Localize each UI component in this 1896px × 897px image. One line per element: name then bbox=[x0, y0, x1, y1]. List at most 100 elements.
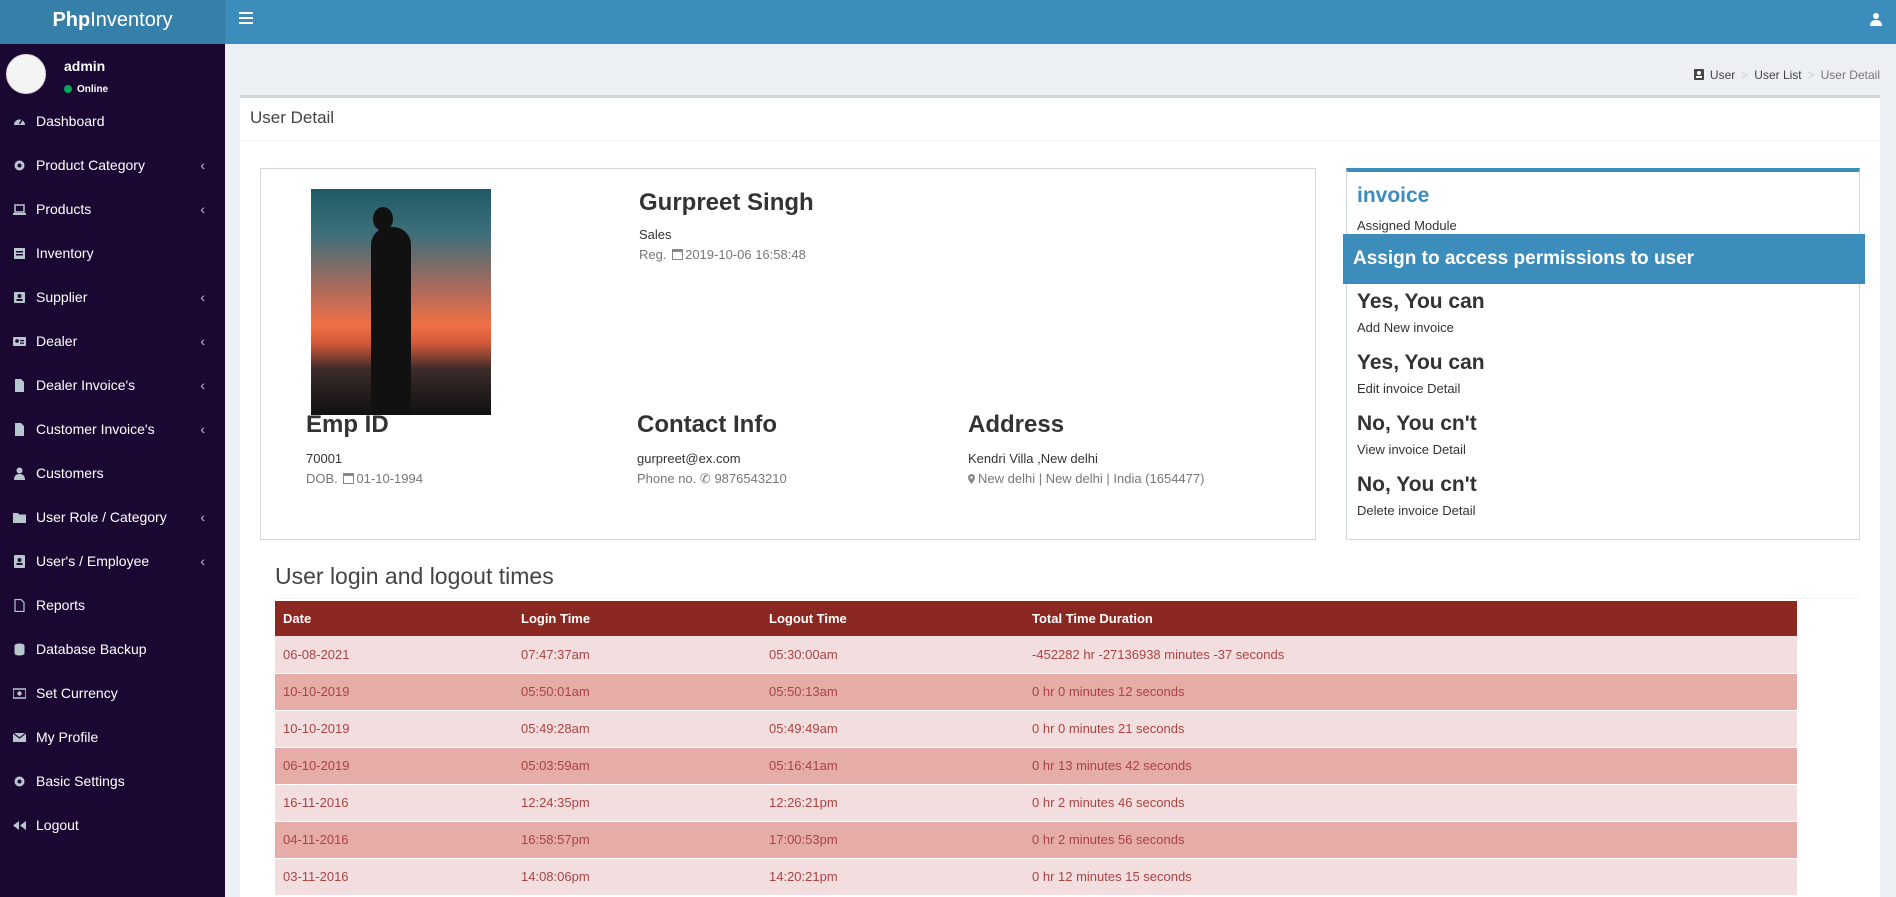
module-sub: Assigned Module bbox=[1357, 218, 1457, 233]
online-status: Online bbox=[64, 84, 108, 95]
address-line: Kendri Villa ,New delhi bbox=[968, 451, 1098, 466]
user-role: Sales bbox=[639, 227, 672, 242]
table-row: 10-10-2019 05:49:28am 05:49:49am 0 hr 0 min… bbox=[275, 710, 1797, 748]
table-cell: 16-11-2016 bbox=[275, 784, 513, 822]
sidebar-item-inventory[interactable]: Inventory bbox=[0, 232, 225, 276]
profile-card: Gurpreet Singh Sales Reg. 2019-10-06 16:… bbox=[260, 168, 1316, 540]
table-row: 10-10-2019 05:50:01am 05:50:13am 0 hr 0 min… bbox=[275, 673, 1797, 711]
sidebar-item-logout[interactable]: Logout bbox=[0, 804, 225, 848]
sidebar-item-supplier[interactable]: Supplier ‹ bbox=[0, 276, 225, 320]
sidebar-item-reports[interactable]: Reports bbox=[0, 584, 225, 628]
permission-answer: No, You cn't bbox=[1357, 473, 1477, 496]
laptop-icon bbox=[13, 203, 26, 216]
sidebar-item-dealer[interactable]: Dealer ‹ bbox=[0, 320, 225, 364]
sidebar-item-label: Dealer bbox=[36, 333, 78, 349]
col-total-duration: Total Time Duration bbox=[1024, 601, 1797, 636]
table-cell: 07:47:37am bbox=[513, 636, 761, 674]
sidebar-item-label: Inventory bbox=[36, 245, 94, 261]
chevron-left-icon: ‹ bbox=[200, 553, 205, 569]
user-detail-box: User Detail Gurpreet Singh Sales Reg. 20… bbox=[240, 95, 1880, 897]
app-logo[interactable]: PhpInventory bbox=[0, 0, 225, 44]
table-cell: 14:20:21pm bbox=[761, 858, 1024, 896]
sidebar-item-label: Products bbox=[36, 201, 92, 217]
table-cell: 06-10-2019 bbox=[275, 747, 513, 785]
login-log-table: Date Login Time Logout Time Total Time D… bbox=[275, 601, 1797, 896]
sidebar-item-dealer-invoice-s[interactable]: Dealer Invoice's ‹ bbox=[0, 364, 225, 408]
registration-date: Reg. 2019-10-06 16:58:48 bbox=[639, 247, 806, 262]
chevron-left-icon: ‹ bbox=[200, 421, 205, 437]
backward-icon bbox=[13, 819, 26, 832]
permission-action: Edit invoice Detail bbox=[1357, 381, 1461, 396]
sidebar-item-customers[interactable]: Customers bbox=[0, 452, 225, 496]
table-cell: 14:08:06pm bbox=[513, 858, 761, 896]
permissions-banner: Assign to access permissions to user bbox=[1343, 234, 1865, 284]
sidebar-item-label: Basic Settings bbox=[36, 773, 125, 789]
table-cell: 0 hr 12 minutes 15 seconds bbox=[1024, 858, 1797, 896]
database-icon bbox=[13, 643, 26, 656]
table-cell: 12:24:35pm bbox=[513, 784, 761, 822]
supplier-icon bbox=[13, 291, 26, 304]
table-cell: 0 hr 0 minutes 21 seconds bbox=[1024, 710, 1797, 748]
sidebar-item-label: Dashboard bbox=[36, 113, 105, 129]
sidebar-item-my-profile[interactable]: My Profile bbox=[0, 716, 225, 760]
sidebar-item-label: Database Backup bbox=[36, 641, 147, 657]
sidebar-item-dashboard[interactable]: Dashboard bbox=[0, 100, 225, 144]
table-cell: 05:16:41am bbox=[761, 747, 1024, 785]
sidebar-item-user-role-category[interactable]: User Role / Category ‹ bbox=[0, 496, 225, 540]
phone: Phone no. ✆ 9876543210 bbox=[637, 471, 787, 486]
sidebar-item-customer-invoice-s[interactable]: Customer Invoice's ‹ bbox=[0, 408, 225, 452]
contact-heading: Contact Info bbox=[637, 411, 777, 438]
sidebar-item-user-s-employee[interactable]: User's / Employee ‹ bbox=[0, 540, 225, 584]
envelope-icon bbox=[12, 731, 27, 744]
table-cell: 12:26:21pm bbox=[761, 784, 1024, 822]
table-cell: 03-11-2016 bbox=[275, 858, 513, 896]
sidebar-item-product-category[interactable]: Product Category ‹ bbox=[0, 144, 225, 188]
gear-icon bbox=[13, 775, 26, 788]
table-cell: 05:49:28am bbox=[513, 710, 761, 748]
menu-toggle-icon[interactable] bbox=[239, 12, 253, 24]
table-row: 06-10-2019 05:03:59am 05:16:41am 0 hr 13 mi… bbox=[275, 747, 1797, 785]
login-log-title: User login and logout times bbox=[275, 563, 554, 589]
table-header-row: Date Login Time Logout Time Total Time D… bbox=[275, 601, 1797, 636]
table-cell: 06-08-2021 bbox=[275, 636, 513, 674]
sidebar-item-label: Product Category bbox=[36, 157, 145, 173]
breadcrumb-user-detail: User Detail bbox=[1820, 68, 1880, 82]
sidebar-item-label: Supplier bbox=[36, 289, 88, 305]
permissions-card: invoice Assigned Module Assign to access… bbox=[1343, 168, 1865, 540]
sidebar-item-label: Set Currency bbox=[36, 685, 118, 701]
online-dot-icon bbox=[64, 85, 72, 93]
user-icon bbox=[13, 467, 26, 480]
user-icon[interactable] bbox=[1870, 12, 1882, 26]
sidebar-item-basic-settings[interactable]: Basic Settings bbox=[0, 760, 225, 804]
table-cell: 0 hr 13 minutes 42 seconds bbox=[1024, 747, 1797, 785]
col-logout-time: Logout Time bbox=[761, 601, 1024, 636]
breadcrumb-user[interactable]: User bbox=[1710, 68, 1735, 82]
sidebar-item-label: User's / Employee bbox=[36, 553, 150, 569]
table-row: 03-11-2016 14:08:06pm 14:20:21pm 0 hr 12 mi… bbox=[275, 858, 1797, 896]
inventory-icon bbox=[13, 247, 26, 260]
permission-action: Delete invoice Detail bbox=[1357, 503, 1476, 518]
table-cell: 10-10-2019 bbox=[275, 710, 513, 748]
user-name: Gurpreet Singh bbox=[639, 189, 814, 216]
chevron-left-icon: ‹ bbox=[200, 201, 205, 217]
file-outline-icon bbox=[13, 598, 26, 613]
table-cell: 17:00:53pm bbox=[761, 821, 1024, 859]
table-cell: 05:49:49am bbox=[761, 710, 1024, 748]
sidebar-item-set-currency[interactable]: Set Currency bbox=[0, 672, 225, 716]
breadcrumb-user-list[interactable]: User List bbox=[1754, 68, 1801, 82]
table-cell: 10-10-2019 bbox=[275, 673, 513, 711]
sidebar-item-label: User Role / Category bbox=[36, 509, 167, 525]
sidebar-item-label: My Profile bbox=[36, 729, 99, 745]
table-cell: 0 hr 0 minutes 12 seconds bbox=[1024, 673, 1797, 711]
map-marker-icon bbox=[968, 474, 975, 484]
emp-id-value: 70001 bbox=[306, 451, 343, 466]
sidebar-item-products[interactable]: Products ‹ bbox=[0, 188, 225, 232]
id-card-icon bbox=[13, 335, 26, 348]
table-cell: -452282 hr -27136938 minutes -37 seconds bbox=[1024, 636, 1797, 674]
breadcrumb: User > User List > User Detail bbox=[1693, 68, 1880, 82]
sidebar-item-database-backup[interactable]: Database Backup bbox=[0, 628, 225, 672]
permission-answer: No, You cn't bbox=[1357, 412, 1477, 435]
money-icon bbox=[12, 687, 27, 700]
avatar bbox=[6, 54, 46, 94]
permission-answer: Yes, You can bbox=[1357, 351, 1485, 374]
